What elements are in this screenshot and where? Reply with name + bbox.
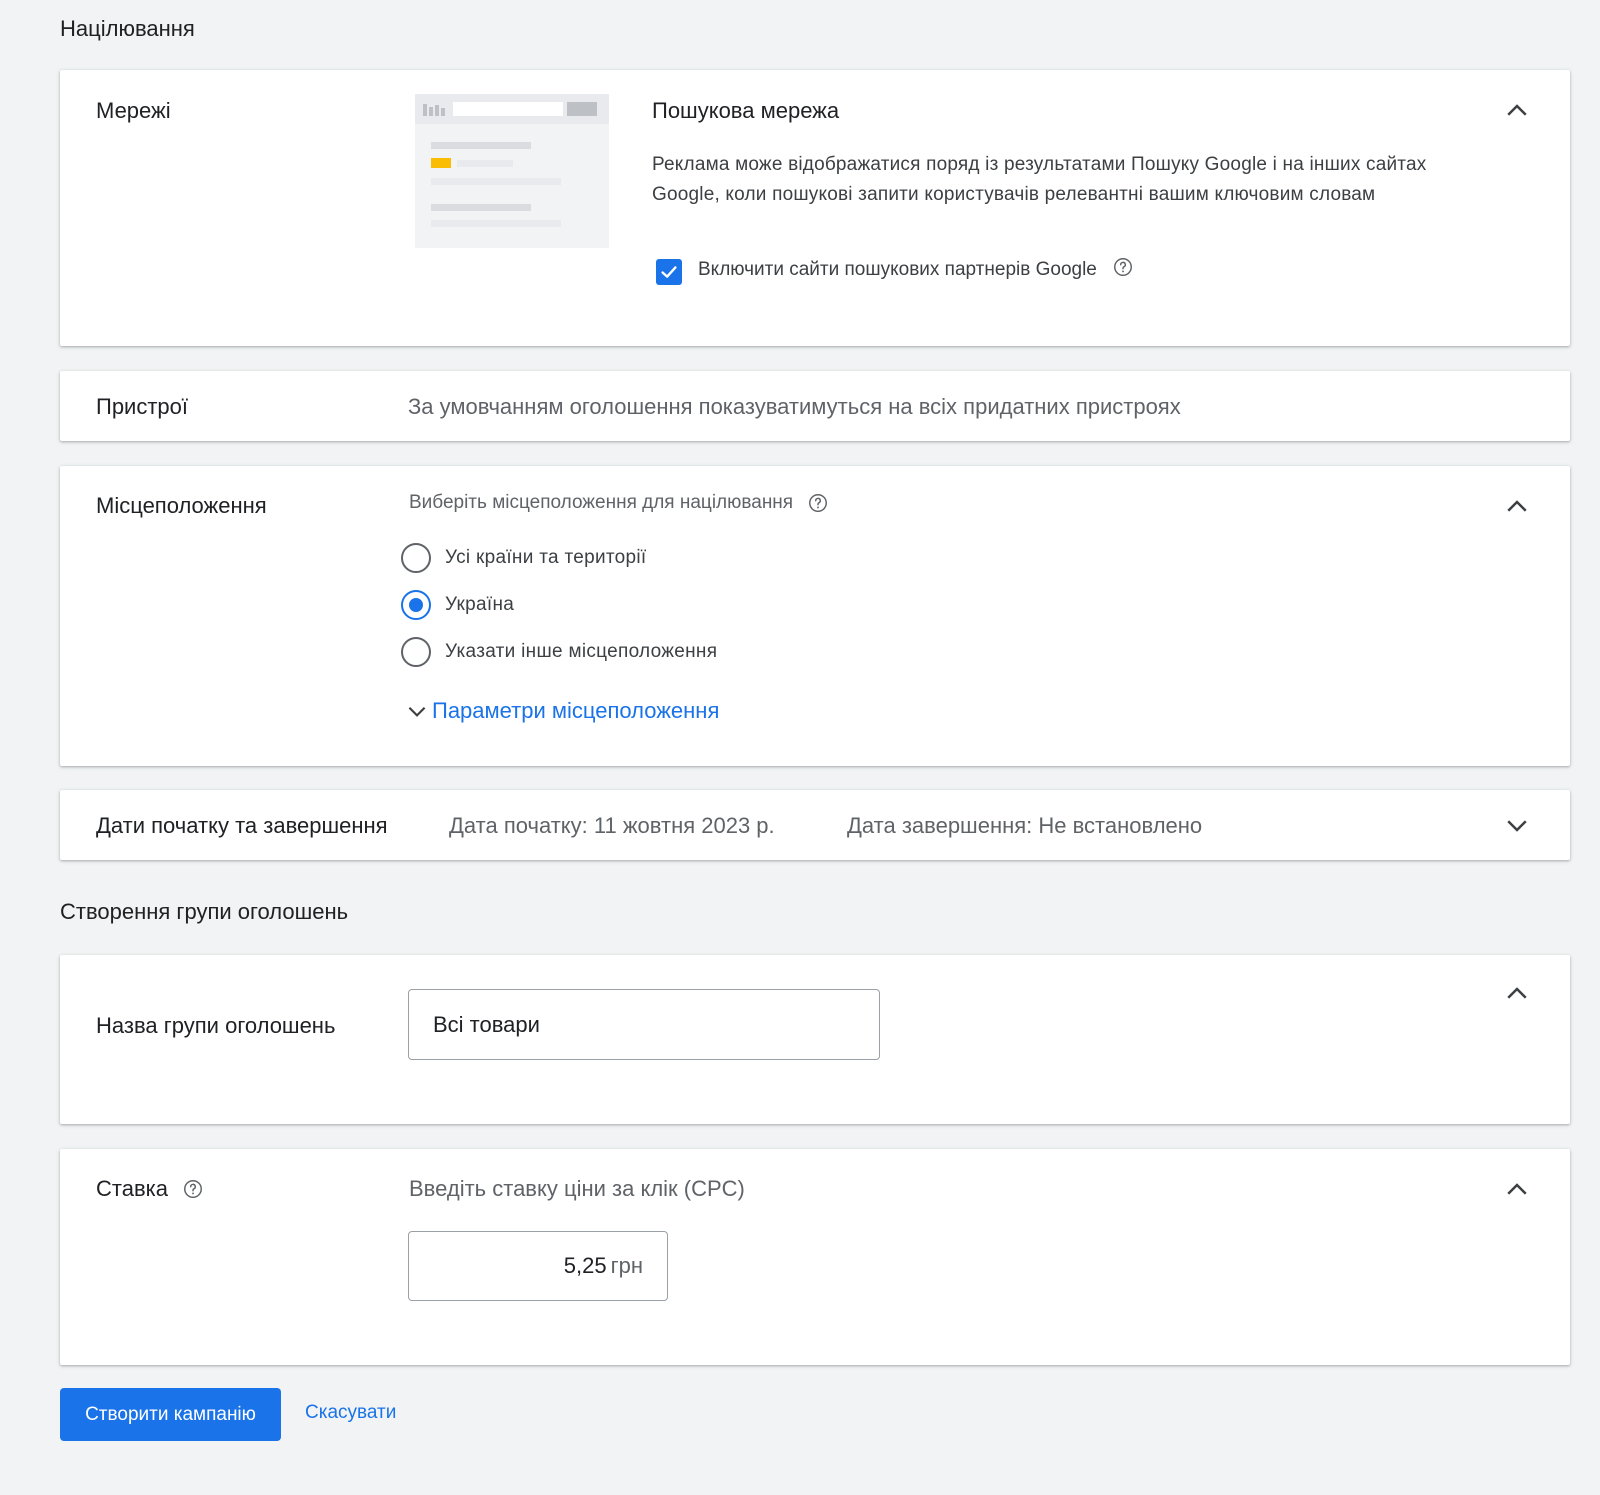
expand-dates-chevron-down-icon[interactable]: [1502, 810, 1532, 840]
search-partners-checkbox[interactable]: [656, 259, 682, 285]
chevron-down-icon: [408, 706, 426, 717]
bid-prompt: Введіть ставку ціни за клік (CPC): [409, 1176, 745, 1201]
collapse-networks-chevron-up-icon[interactable]: [1502, 96, 1532, 126]
help-icon[interactable]: [182, 1178, 204, 1200]
locations-card: Місцеположення Виберіть місцеположення д…: [60, 466, 1570, 766]
location-settings-link[interactable]: Параметри місцеположення: [404, 698, 719, 724]
radio-button[interactable]: [401, 637, 431, 667]
location-option-all[interactable]: Усі країни та території: [401, 543, 647, 573]
networks-label: Мережі: [96, 98, 171, 123]
collapse-locations-chevron-up-icon[interactable]: [1502, 492, 1532, 522]
bid-card: Ставка Введіть ставку ціни за клік (CPC)…: [60, 1149, 1570, 1365]
location-settings-link-text: Параметри місцеположення: [432, 698, 720, 723]
create-campaign-button[interactable]: Створити кампанію: [60, 1388, 281, 1441]
dates-label: Дати початку та завершення: [96, 813, 388, 838]
locations-prompt-text: Виберіть місцеположення для націлювання: [409, 492, 794, 513]
networks-card: Мережі Пошукова мережа Реклама може відо…: [60, 70, 1570, 346]
devices-label: Пристрої: [96, 394, 188, 419]
collapse-ad-group-chevron-up-icon[interactable]: [1502, 979, 1532, 1009]
location-option-label: Усі країни та території: [445, 547, 647, 568]
end-date-value: Дата завершення: Не встановлено: [847, 813, 1203, 838]
ad-group-name-input[interactable]: [408, 989, 880, 1060]
illustration-ad-highlight: [431, 158, 451, 168]
ad-group-name-card: Назва групи оголошень: [60, 955, 1570, 1124]
devices-card[interactable]: Пристрої За умовчанням оголошення показу…: [60, 371, 1570, 441]
bid-currency: грн: [610, 1253, 643, 1278]
locations-label: Місцеположення: [96, 493, 267, 518]
search-partners-label: Включити сайти пошукових партнерів Googl…: [698, 256, 1134, 281]
location-option-label: Указати інше місцеположення: [445, 641, 718, 662]
search-partners-label-text: Включити сайти пошукових партнерів Googl…: [698, 259, 1097, 280]
radio-button-selected[interactable]: [401, 590, 431, 620]
start-date-value: Дата початку: 11 жовтня 2023 р.: [449, 813, 775, 838]
location-option-ukraine[interactable]: Україна: [401, 590, 514, 620]
ad-group-section-title: Створення групи оголошень: [60, 899, 349, 924]
help-icon[interactable]: [807, 492, 829, 514]
dates-card[interactable]: Дати початку та завершення Дата початку:…: [60, 790, 1570, 860]
cancel-button[interactable]: Скасувати: [305, 1402, 396, 1424]
radio-button[interactable]: [401, 543, 431, 573]
help-icon[interactable]: [1112, 256, 1134, 278]
check-icon: [661, 266, 677, 278]
locations-prompt: Виберіть місцеположення для націлювання: [409, 492, 829, 514]
bid-input[interactable]: 5,25 грн: [408, 1231, 668, 1301]
ad-group-name-label: Назва групи оголошень: [96, 1013, 336, 1038]
bid-value: 5,25: [563, 1253, 607, 1278]
search-network-illustration: [415, 94, 609, 248]
collapse-bid-chevron-up-icon[interactable]: [1502, 1175, 1532, 1205]
devices-value: За умовчанням оголошення показуватимутьс…: [408, 394, 1181, 419]
search-network-title: Пошукова мережа: [652, 98, 840, 123]
location-option-label: Україна: [445, 594, 515, 615]
search-network-description: Реклама може відображатися поряд із резу…: [652, 154, 1427, 205]
targeting-section-title: Націлювання: [60, 16, 195, 41]
bid-label-text: Ставка: [96, 1176, 168, 1201]
location-option-other[interactable]: Указати інше місцеположення: [401, 637, 717, 667]
bid-label: Ставка: [96, 1176, 204, 1202]
